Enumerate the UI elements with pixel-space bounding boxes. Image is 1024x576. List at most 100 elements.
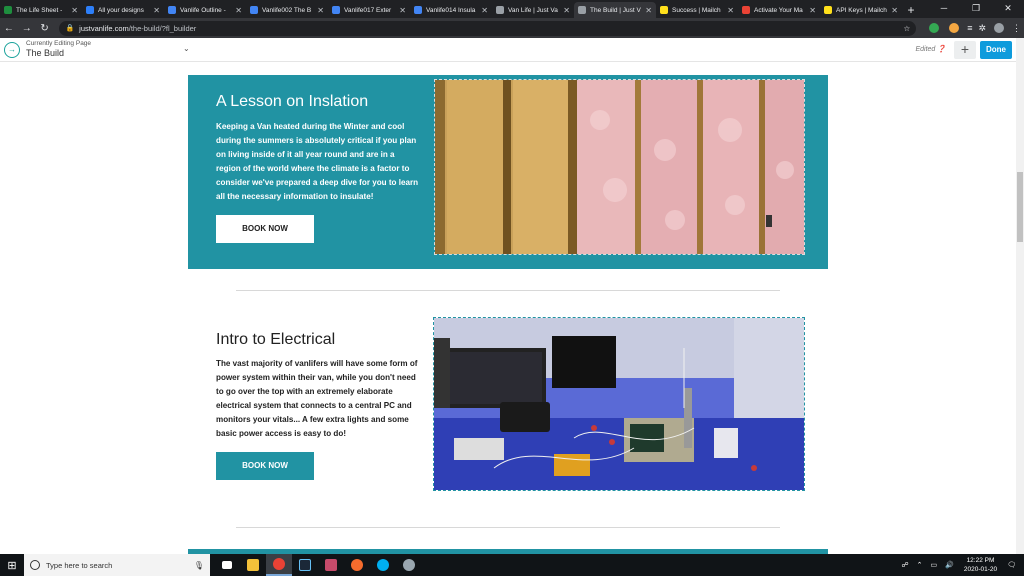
minimize-icon[interactable]: ─ [928,0,960,16]
tab-title: Vanlife002 The B [262,6,312,14]
tab-close-icon[interactable]: ✕ [891,6,898,15]
browser-tab[interactable]: Vanlife014 Insula ✕ [410,2,492,18]
skype-icon[interactable] [370,554,396,576]
tab-favicon-icon [250,6,258,14]
tab-close-icon[interactable]: ✕ [71,6,78,15]
browser-tab[interactable]: All your designs ✕ [82,2,164,18]
book-now-button[interactable]: BOOK NOW [216,215,314,243]
tab-favicon-icon [332,6,340,14]
insulation-title: A Lesson on Inslation [216,93,369,110]
section-divider [236,527,780,528]
tab-title: The Build | Just V [590,6,641,14]
browser-tab-strip: The Life Sheet - ✕ All your designs ✕ Vanli… [0,0,1024,18]
task-view-icon[interactable] [214,554,240,576]
notifications-icon[interactable]: 🗨 [1007,561,1016,569]
taskbar-apps [214,554,422,576]
microphone-icon[interactable]: 🎙 [194,561,204,570]
page-scrollbar[interactable] [1016,38,1024,554]
chevron-down-icon[interactable]: ⌄ [183,44,190,53]
app-icon[interactable] [318,554,344,576]
edited-status[interactable]: Edited ❓ [915,45,946,53]
tray-chevron-icon[interactable]: ⌃ [917,561,923,569]
volume-icon[interactable]: 🔊 [945,561,954,569]
browser-tab[interactable]: Vanlife002 The B ✕ [246,2,328,18]
browser-tab[interactable]: API Keys | Mailch ✕ [820,2,902,18]
tab-favicon-icon [742,6,750,14]
done-button[interactable]: Done [980,41,1012,59]
tab-close-icon[interactable]: ✕ [809,6,816,15]
bookmark-star-icon[interactable]: ☆ [903,24,910,33]
new-tab-button[interactable]: + [902,2,920,18]
lock-icon: 🔒 [65,25,75,32]
tab-title: Vanlife014 Insula [426,6,476,14]
browser-tab[interactable]: Activate Your Ma ✕ [738,2,820,18]
origin-icon[interactable] [344,554,370,576]
help-icon: ❓ [937,46,946,53]
scrollbar-thumb[interactable] [1017,172,1023,242]
tab-favicon-icon [660,6,668,14]
people-icon[interactable]: ☍ [902,561,909,569]
clock-date: 2020-01-20 [963,566,998,573]
tab-close-icon[interactable]: ✕ [481,6,488,15]
browser-tab[interactable]: Vanlife017 Exter ✕ [328,2,410,18]
insulation-body: Keeping a Van heated during the Winter a… [216,122,419,201]
taskbar-search-input[interactable]: Type here to search 🎙 [24,554,210,576]
electrical-body: The vast majority of vanlifers will have… [216,359,418,438]
exit-arrow-icon[interactable]: → [4,41,20,58]
tab-close-icon[interactable]: ✕ [317,6,324,15]
tab-favicon-icon [824,6,832,14]
tab-close-icon[interactable]: ✕ [645,6,652,15]
windows-start-icon[interactable]: ⊞ [0,559,24,572]
insulation-photo [434,79,805,255]
insulation-illustration [435,80,804,254]
extensions-row: ≡ ✲ ⋮ [924,23,1024,34]
system-tray: ☍ ⌃ ▭ 🔊 12:22 PM 2020-01-20 🗨 [898,554,1020,576]
tab-favicon-icon [168,6,176,14]
chrome-icon[interactable] [266,554,292,576]
url-text: justvanlife.com/the-build/?fl_builder [79,23,197,33]
browser-tab[interactable]: Van Life | Just Va ✕ [492,2,574,18]
address-bar-row: ← → ↻ 🔒 justvanlife.com/the-build/?fl_bu… [0,18,1024,38]
extension-icon[interactable] [949,23,960,33]
tab-close-icon[interactable]: ✕ [563,6,570,15]
tab-title: Vanlife Outline - [180,6,226,14]
tab-close-icon[interactable]: ✕ [727,6,734,15]
tab-title: Vanlife017 Exter [344,6,392,14]
file-explorer-icon[interactable] [240,554,266,576]
window-controls: ─ ❐ ✕ [928,0,1024,16]
book-now-button[interactable]: BOOK NOW [216,452,314,480]
browser-menu-icon[interactable]: ⋮ [1012,23,1021,34]
steam-icon[interactable] [292,554,318,576]
browser-tab[interactable]: Success | Mailch ✕ [656,2,738,18]
paint-icon[interactable] [396,554,422,576]
grammarly-icon[interactable] [929,23,940,33]
tab-close-icon[interactable]: ✕ [153,6,160,15]
tab-list: The Life Sheet - ✕ All your designs ✕ Vanli… [0,2,902,18]
add-content-button[interactable]: + [954,41,976,59]
restore-icon[interactable]: ❐ [960,0,992,16]
browser-tab[interactable]: The Build | Just V ✕ [574,2,656,18]
electronics-workbench-illustration [434,318,804,490]
tab-favicon-icon [4,6,12,14]
tab-close-icon[interactable]: ✕ [399,6,406,15]
insulation-section: A Lesson on Inslation Keeping a Van heat… [188,75,828,269]
avatar[interactable] [994,23,1005,33]
tab-title: Van Life | Just Va [508,6,558,14]
system-clock[interactable]: 12:22 PM 2020-01-20 [964,556,997,574]
section-divider [236,290,780,291]
puzzle-icon[interactable]: ✲ [978,23,986,34]
search-placeholder: Type here to search [46,560,113,570]
browser-tab[interactable]: Vanlife Outline - ✕ [164,2,246,18]
close-window-icon[interactable]: ✕ [992,0,1024,16]
tab-close-icon[interactable]: ✕ [235,6,242,15]
currently-editing-selector[interactable]: Currently Editing Page The Build [26,40,91,59]
back-icon[interactable]: ← [0,23,18,34]
forward-icon[interactable]: → [18,23,36,34]
media-controls-icon[interactable]: ≡ [967,23,972,33]
page-builder-bar: → Currently Editing Page The Build ⌄ Edi… [0,38,1016,62]
tab-title: API Keys | Mailch [836,6,887,14]
network-icon[interactable]: ▭ [931,561,938,569]
reload-icon[interactable]: ↻ [36,23,54,34]
browser-tab[interactable]: The Life Sheet - ✕ [0,2,82,18]
url-input[interactable]: 🔒 justvanlife.com/the-build/?fl_builder … [59,20,917,36]
